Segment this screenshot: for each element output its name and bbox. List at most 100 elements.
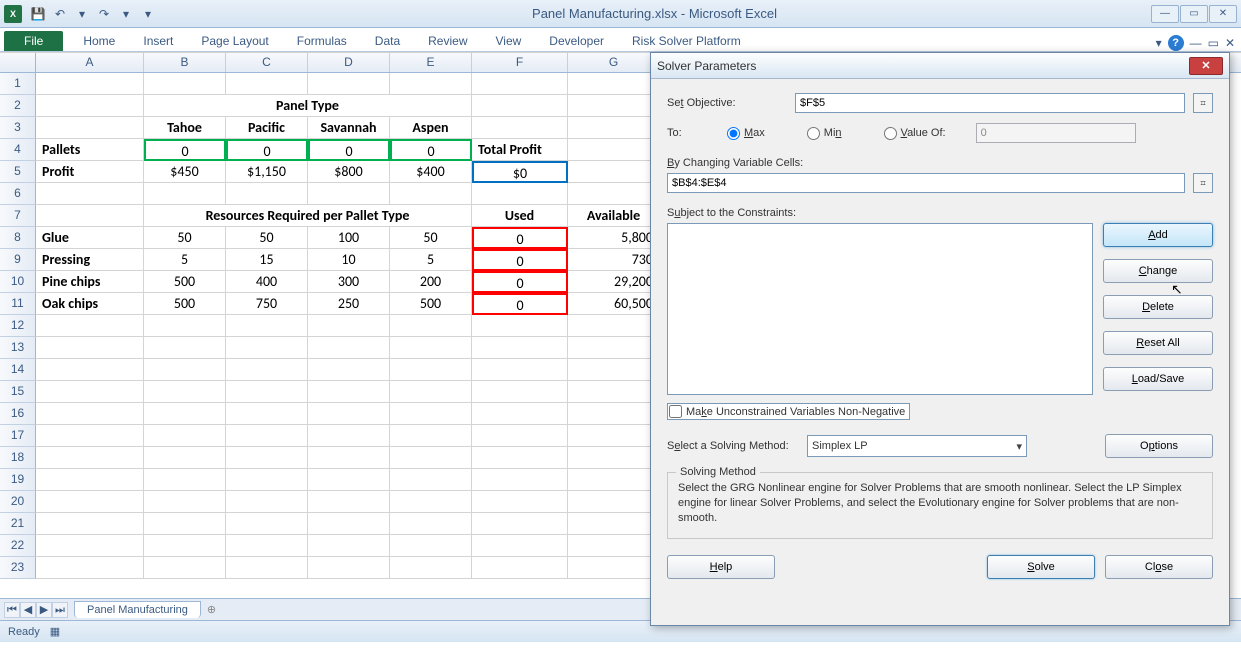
tab-page-layout[interactable]: Page Layout	[187, 31, 282, 51]
row-header[interactable]: 4	[0, 139, 36, 161]
cell[interactable]: Pacific	[226, 117, 308, 139]
objective-input[interactable]	[795, 93, 1185, 113]
cell[interactable]: 5,800	[568, 227, 660, 249]
row-header[interactable]: 19	[0, 469, 36, 491]
cell[interactable]: 0	[226, 139, 308, 161]
row-header[interactable]: 15	[0, 381, 36, 403]
col-header-a[interactable]: A	[36, 53, 144, 72]
cell[interactable]: $450	[144, 161, 226, 183]
cell[interactable]: 300	[308, 271, 390, 293]
cell[interactable]: 15	[226, 249, 308, 271]
workbook-close-icon[interactable]: ✕	[1225, 36, 1235, 50]
solve-button[interactable]: Solve	[987, 555, 1095, 579]
file-tab[interactable]: File	[4, 31, 63, 51]
change-constraint-button[interactable]: Change	[1103, 259, 1213, 283]
col-header-b[interactable]: B	[144, 53, 226, 72]
cell[interactable]: Aspen	[390, 117, 472, 139]
help-button[interactable]: Help	[667, 555, 775, 579]
max-radio[interactable]	[727, 127, 740, 140]
tab-risk-solver[interactable]: Risk Solver Platform	[618, 31, 755, 51]
changing-cells-input[interactable]	[667, 173, 1185, 193]
cell[interactable]: Pine chips	[36, 271, 144, 293]
cell[interactable]: Used	[472, 205, 568, 227]
tab-data[interactable]: Data	[361, 31, 414, 51]
cell[interactable]: 750	[226, 293, 308, 315]
cell[interactable]: $1,150	[226, 161, 308, 183]
cell[interactable]: Pressing	[36, 249, 144, 271]
cell[interactable]: 60,500	[568, 293, 660, 315]
cell[interactable]: 50	[226, 227, 308, 249]
valueof-radio[interactable]	[884, 127, 897, 140]
undo-menu-icon[interactable]: ▾	[72, 4, 92, 24]
cell[interactable]: Profit	[36, 161, 144, 183]
select-all-corner[interactable]	[0, 53, 36, 72]
col-header-e[interactable]: E	[390, 53, 472, 72]
cell[interactable]: 0	[472, 249, 568, 271]
row-header[interactable]: 8	[0, 227, 36, 249]
close-dialog-button[interactable]: Close	[1105, 555, 1213, 579]
tab-home[interactable]: Home	[69, 31, 129, 51]
cell[interactable]: Tahoe	[144, 117, 226, 139]
cell[interactable]: 0	[144, 139, 226, 161]
sheet-nav-next-icon[interactable]: ▶	[36, 602, 52, 618]
cell[interactable]: 50	[390, 227, 472, 249]
options-button[interactable]: Options	[1105, 434, 1213, 458]
col-header-d[interactable]: D	[308, 53, 390, 72]
tab-insert[interactable]: Insert	[129, 31, 187, 51]
maximize-button[interactable]: ▭	[1180, 5, 1208, 23]
cell-total-profit[interactable]: $0	[472, 161, 568, 183]
row-header[interactable]: 18	[0, 447, 36, 469]
cell[interactable]: Oak chips	[36, 293, 144, 315]
col-header-g[interactable]: G	[568, 53, 660, 72]
cell[interactable]: Glue	[36, 227, 144, 249]
cell[interactable]: 250	[308, 293, 390, 315]
row-header[interactable]: 3	[0, 117, 36, 139]
row-header[interactable]: 1	[0, 73, 36, 95]
cell[interactable]: 500	[390, 293, 472, 315]
cell[interactable]: 730	[568, 249, 660, 271]
row-header[interactable]: 22	[0, 535, 36, 557]
valueof-input[interactable]	[976, 123, 1136, 143]
row-header[interactable]: 11	[0, 293, 36, 315]
row-header[interactable]: 9	[0, 249, 36, 271]
unconstrained-checkbox[interactable]	[669, 405, 682, 418]
sheet-tab-active[interactable]: Panel Manufacturing	[74, 601, 201, 618]
cell[interactable]: 0	[390, 139, 472, 161]
row-header[interactable]: 23	[0, 557, 36, 579]
row-header[interactable]: 6	[0, 183, 36, 205]
cell[interactable]: 0	[308, 139, 390, 161]
row-header[interactable]: 13	[0, 337, 36, 359]
row-header[interactable]: 7	[0, 205, 36, 227]
cell[interactable]: 500	[144, 271, 226, 293]
load-save-button[interactable]: Load/Save	[1103, 367, 1213, 391]
cell[interactable]: 10	[308, 249, 390, 271]
workbook-minimize-icon[interactable]: —	[1190, 36, 1202, 50]
cell[interactable]: 0	[472, 227, 568, 249]
minimize-button[interactable]: —	[1151, 5, 1179, 23]
cell[interactable]: 29,200	[568, 271, 660, 293]
cell[interactable]: 200	[390, 271, 472, 293]
cell[interactable]: 0	[472, 293, 568, 315]
macro-record-icon[interactable]: ▦	[50, 625, 60, 638]
cell[interactable]: 500	[144, 293, 226, 315]
dialog-close-button[interactable]: ✕	[1189, 57, 1223, 75]
redo-menu-icon[interactable]: ▾	[116, 4, 136, 24]
cell[interactable]: Pallets	[36, 139, 144, 161]
save-icon[interactable]: 💾	[28, 4, 48, 24]
add-constraint-button[interactable]: Add	[1103, 223, 1213, 247]
cell-resources-title[interactable]: Resources Required per Pallet Type	[144, 205, 472, 227]
workbook-restore-icon[interactable]: ▭	[1208, 36, 1219, 50]
col-header-c[interactable]: C	[226, 53, 308, 72]
constraints-listbox[interactable]	[667, 223, 1093, 395]
cell-panel-type[interactable]: Panel Type	[144, 95, 472, 117]
redo-icon[interactable]: ↷	[94, 4, 114, 24]
min-radio[interactable]	[807, 127, 820, 140]
solving-method-select[interactable]: Simplex LP	[807, 435, 1027, 457]
dialog-titlebar[interactable]: Solver Parameters ✕	[651, 53, 1229, 79]
row-header[interactable]: 2	[0, 95, 36, 117]
tab-review[interactable]: Review	[414, 31, 481, 51]
delete-constraint-button[interactable]: Delete	[1103, 295, 1213, 319]
cell[interactable]: 5	[144, 249, 226, 271]
sheet-nav-first-icon[interactable]: ⏮	[4, 602, 20, 618]
range-picker-icon[interactable]: ⌗	[1193, 173, 1213, 193]
